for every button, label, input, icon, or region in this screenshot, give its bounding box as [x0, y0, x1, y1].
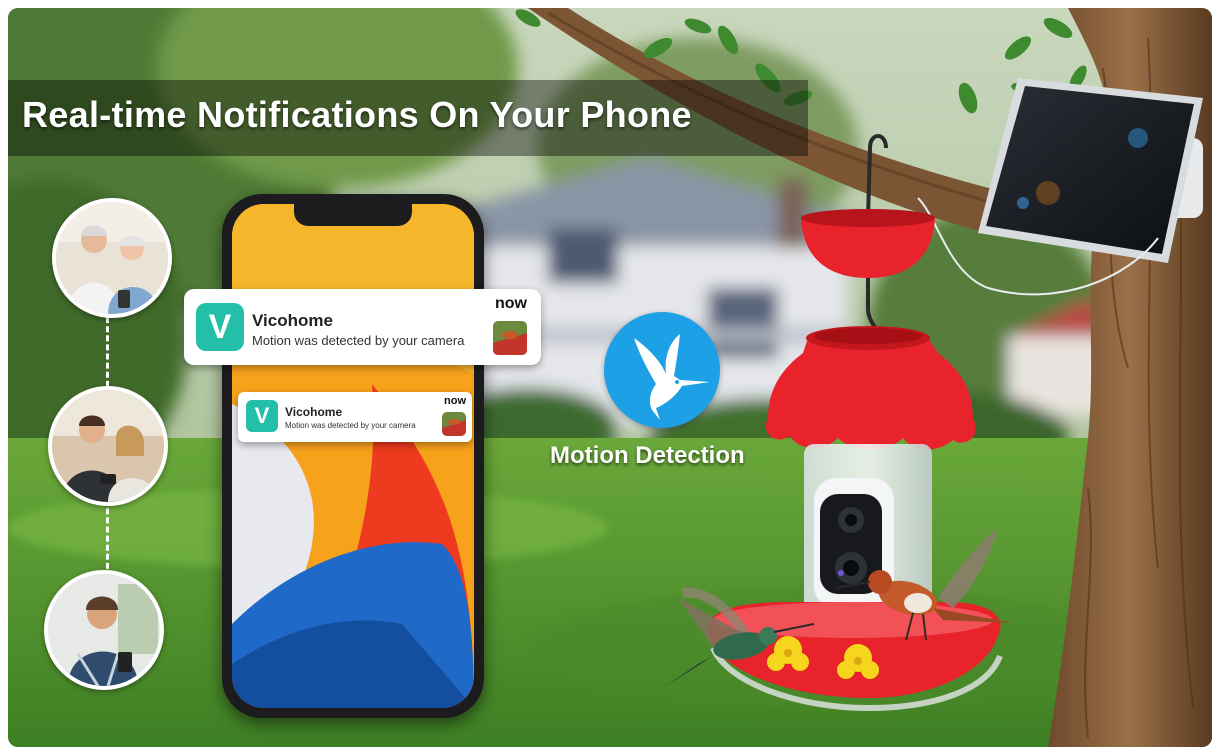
vicohome-app-icon: V	[246, 400, 278, 432]
notification-app-name: Vicohome	[285, 405, 343, 419]
notification-thumbnail	[493, 321, 527, 355]
man-with-phone-photo	[44, 570, 164, 690]
smartphone	[222, 194, 484, 718]
notification-message: Motion was detected by your camera	[285, 421, 416, 430]
phone-wallpaper	[232, 204, 474, 708]
hummingbird-icon	[604, 312, 720, 428]
notification-time: now	[444, 395, 466, 407]
notification-time: now	[495, 295, 527, 312]
young-couple-photo	[48, 386, 168, 506]
banner-title: Real-time Notifications On Your Phone	[22, 94, 692, 135]
motion-detection-label: Motion Detection	[550, 442, 745, 469]
vicohome-app-icon: V	[196, 303, 244, 351]
notification-card-small[interactable]: V Vicohome Motion was detected by your c…	[238, 392, 472, 442]
senior-couple-photo	[52, 198, 172, 318]
notification-card-large[interactable]: V Vicohome Motion was detected by your c…	[184, 289, 541, 365]
notification-message: Motion was detected by your camera	[252, 333, 465, 348]
notification-thumbnail	[442, 412, 466, 436]
phone-notch	[294, 204, 412, 226]
notification-app-name: Vicohome	[252, 311, 333, 330]
product-banner: Real-time Notifications On Your Phone V …	[8, 8, 1212, 747]
